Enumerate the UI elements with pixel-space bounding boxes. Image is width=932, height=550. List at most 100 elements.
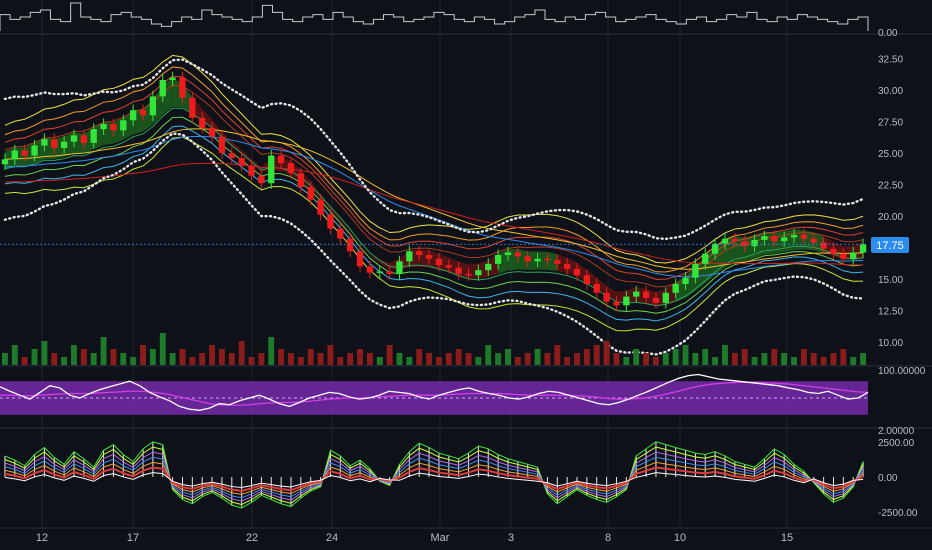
candle-body (771, 236, 778, 242)
candle-body (465, 273, 472, 276)
candle-body (583, 275, 591, 284)
price-tick-label: 27.50 (878, 118, 903, 129)
candle-body (248, 165, 255, 176)
candle-body (149, 96, 157, 116)
candle-body (337, 228, 344, 239)
candle-body (741, 241, 748, 247)
current-price-marker[interactable]: 17.75 (871, 237, 909, 253)
volume-bar (593, 345, 600, 365)
volume-bar (534, 349, 541, 365)
volume-bar (386, 345, 393, 365)
volume-bar (120, 353, 127, 365)
volume-bar (741, 349, 748, 365)
candle-body (840, 253, 847, 259)
candle-body (781, 237, 788, 242)
candle-body (208, 127, 216, 137)
oscillator-tick-label: 0.00 (878, 473, 898, 484)
candle-body (90, 129, 97, 143)
candle-body (682, 277, 689, 284)
oscillator-tick-label: -2500.00 (878, 508, 918, 519)
candle-body (60, 141, 68, 148)
volume-bar (80, 349, 87, 365)
volume-bar (810, 353, 817, 365)
volume-bar (307, 349, 314, 365)
volume-bar (435, 357, 442, 365)
candle-body (702, 253, 709, 264)
date-tick-label: 15 (781, 532, 793, 544)
candle-body (366, 266, 374, 273)
candle-body (554, 260, 561, 264)
volume-bar (722, 345, 728, 365)
candle-body (218, 136, 226, 154)
volume-bar (524, 353, 531, 365)
candle-body (317, 199, 324, 215)
volume-bar (731, 353, 738, 365)
candle-body (445, 265, 452, 268)
candle-body (277, 155, 285, 164)
candle-body (721, 238, 729, 244)
volume-bar (554, 345, 561, 365)
histogram-zero-label: 0.00 (878, 28, 898, 39)
volume-bar (465, 353, 472, 365)
candle-body (711, 243, 719, 254)
price-tick-label: 12.50 (878, 306, 903, 317)
candle-body (435, 258, 443, 266)
volume-bar (268, 337, 275, 365)
volume-bar (248, 357, 255, 365)
candle-body (396, 261, 403, 274)
candle-body (120, 120, 127, 131)
rsi-tick-label: 2.00000 (878, 426, 915, 437)
candle-body (386, 271, 393, 274)
volume-bar (652, 357, 659, 365)
volume-bar (61, 357, 68, 365)
volume-bar (376, 357, 383, 365)
volume-bar (850, 357, 857, 365)
candle-body (603, 292, 610, 302)
date-tick-label: 24 (326, 532, 338, 544)
candle-body (139, 110, 147, 116)
candle-body (593, 284, 600, 293)
volume-bar (662, 353, 669, 365)
volume-bar (51, 353, 58, 365)
candle-body (31, 145, 38, 156)
volume-bar (791, 357, 797, 365)
candle-body (790, 234, 798, 238)
candle-body (633, 291, 640, 297)
volume-bar (574, 353, 580, 365)
volume-bar (583, 349, 590, 365)
volume-bar (130, 357, 137, 365)
volume-bar (830, 353, 837, 365)
candle-body (1, 159, 9, 165)
candle-body (41, 139, 48, 146)
candle-body (297, 173, 304, 188)
price-tick-label: 20.00 (878, 212, 903, 223)
candle-body (475, 270, 482, 276)
candle-body (544, 258, 551, 261)
volume-bar (11, 345, 18, 365)
volume-bar (712, 357, 719, 365)
volume-bar (317, 353, 324, 365)
candle-body (80, 135, 87, 143)
price-tick-label: 25.00 (878, 149, 903, 160)
volume-bar (169, 353, 176, 365)
candle-body (455, 267, 462, 274)
volume-bar (840, 349, 847, 365)
date-tick-label: 8 (605, 532, 611, 544)
candle-body (800, 234, 808, 239)
volume-bar (406, 357, 413, 365)
volume-bar (426, 353, 433, 365)
candle-body (672, 284, 679, 293)
candle-body (623, 296, 630, 306)
volume-bar (396, 353, 403, 365)
date-tick-label: 3 (508, 532, 514, 544)
volume-bar (761, 353, 768, 365)
volume-bar (751, 357, 758, 365)
candle-body (406, 251, 413, 262)
volume-bar (21, 357, 28, 365)
price-tick-label: 10.00 (878, 338, 903, 349)
candle-body (70, 135, 78, 142)
price-tick-label: 15.00 (878, 275, 903, 286)
volume-bar (702, 349, 709, 365)
price-tick-label: 30.00 (878, 86, 903, 97)
volume-bar (623, 357, 630, 365)
